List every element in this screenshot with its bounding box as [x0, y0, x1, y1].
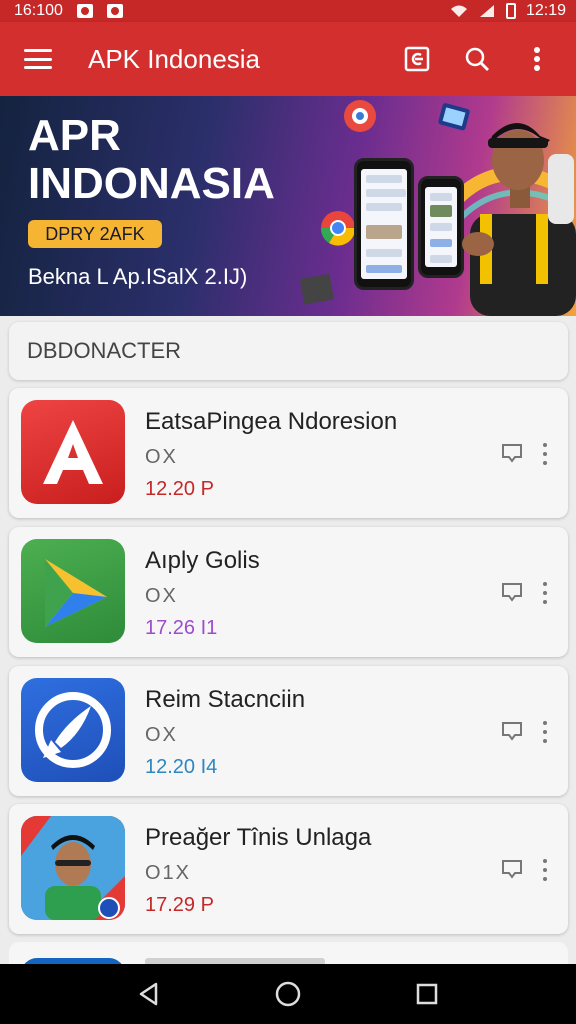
status-time: 16:100	[14, 2, 63, 19]
recents-icon[interactable]	[407, 974, 447, 1014]
app-card[interactable]: Preağer Tînis Unlaga O1X 17.29 P	[9, 804, 568, 934]
app-icon-arrow	[21, 539, 125, 643]
app-meta: OX	[145, 446, 178, 468]
app-meta: O1X	[145, 862, 192, 884]
status-clock: 12:19	[525, 2, 566, 19]
notification-icon	[76, 4, 93, 18]
app-icon-rocket	[21, 678, 125, 782]
download-icon[interactable]	[501, 582, 523, 602]
app-card[interactable]: Reim Stacnciin OX 12.20 I4	[9, 666, 568, 796]
system-nav-bar	[0, 964, 576, 1024]
promo-banner[interactable]: APR INDONASIA DPRY 2AFK Bekna L Ap.ISalX…	[0, 96, 576, 316]
share-icon[interactable]	[404, 46, 430, 72]
signal-icon	[479, 5, 494, 17]
more-vert-icon[interactable]	[539, 721, 551, 743]
section-header: DBDONACTER	[9, 322, 568, 380]
app-size: 17.29 P	[145, 894, 214, 916]
home-icon[interactable]	[268, 974, 308, 1014]
app-icon-person	[21, 816, 125, 920]
menu-icon[interactable]	[24, 49, 52, 69]
banner-title: APR INDONASIA	[28, 111, 275, 208]
more-vert-icon[interactable]	[539, 443, 551, 465]
banner-badge[interactable]: DPRY 2AFK	[28, 220, 162, 248]
phone-mockup-left	[354, 158, 414, 290]
download-icon[interactable]	[501, 721, 523, 741]
chrome-icon	[320, 211, 356, 246]
battery-icon	[505, 3, 516, 19]
app-size: 12.20 I4	[145, 756, 218, 778]
app-size: 17.26 I1	[145, 617, 218, 639]
banner-subtitle: Bekna L Ap.ISalX 2.IJ)	[28, 264, 248, 289]
app-name: Reim Stacnciin	[145, 686, 306, 713]
app-name: Preağer Tînis Unlaga	[145, 824, 372, 851]
app-icon-a	[21, 400, 125, 504]
notification-icon-2	[106, 4, 123, 18]
presenter-photo	[462, 123, 576, 316]
more-vert-icon[interactable]	[524, 46, 550, 72]
laptop-icon	[299, 273, 334, 305]
app-meta: OX	[145, 724, 178, 746]
app-name: Aıply Golis	[145, 547, 260, 574]
app-card[interactable]: Aıply Golis OX 17.26 I1	[9, 527, 568, 657]
search-icon[interactable]	[464, 46, 490, 72]
more-vert-icon[interactable]	[539, 582, 551, 604]
back-icon[interactable]	[129, 974, 169, 1014]
download-icon[interactable]	[501, 859, 523, 879]
app-card[interactable]: EatsaPingea Ndoresion OX 12.20 P	[9, 388, 568, 518]
app-title: APK Indonesia	[88, 43, 261, 74]
download-icon[interactable]	[501, 443, 523, 463]
more-vert-icon[interactable]	[539, 859, 551, 881]
app-bar: APK Indonesia	[0, 22, 576, 96]
app-meta: OX	[145, 585, 178, 607]
map-pin-icon	[344, 100, 376, 132]
app-size: 12.20 P	[145, 478, 214, 500]
status-bar: 16:100 12:19	[0, 0, 576, 22]
app-name: EatsaPingea Ndoresion	[145, 408, 398, 435]
wifi-icon	[450, 5, 467, 17]
